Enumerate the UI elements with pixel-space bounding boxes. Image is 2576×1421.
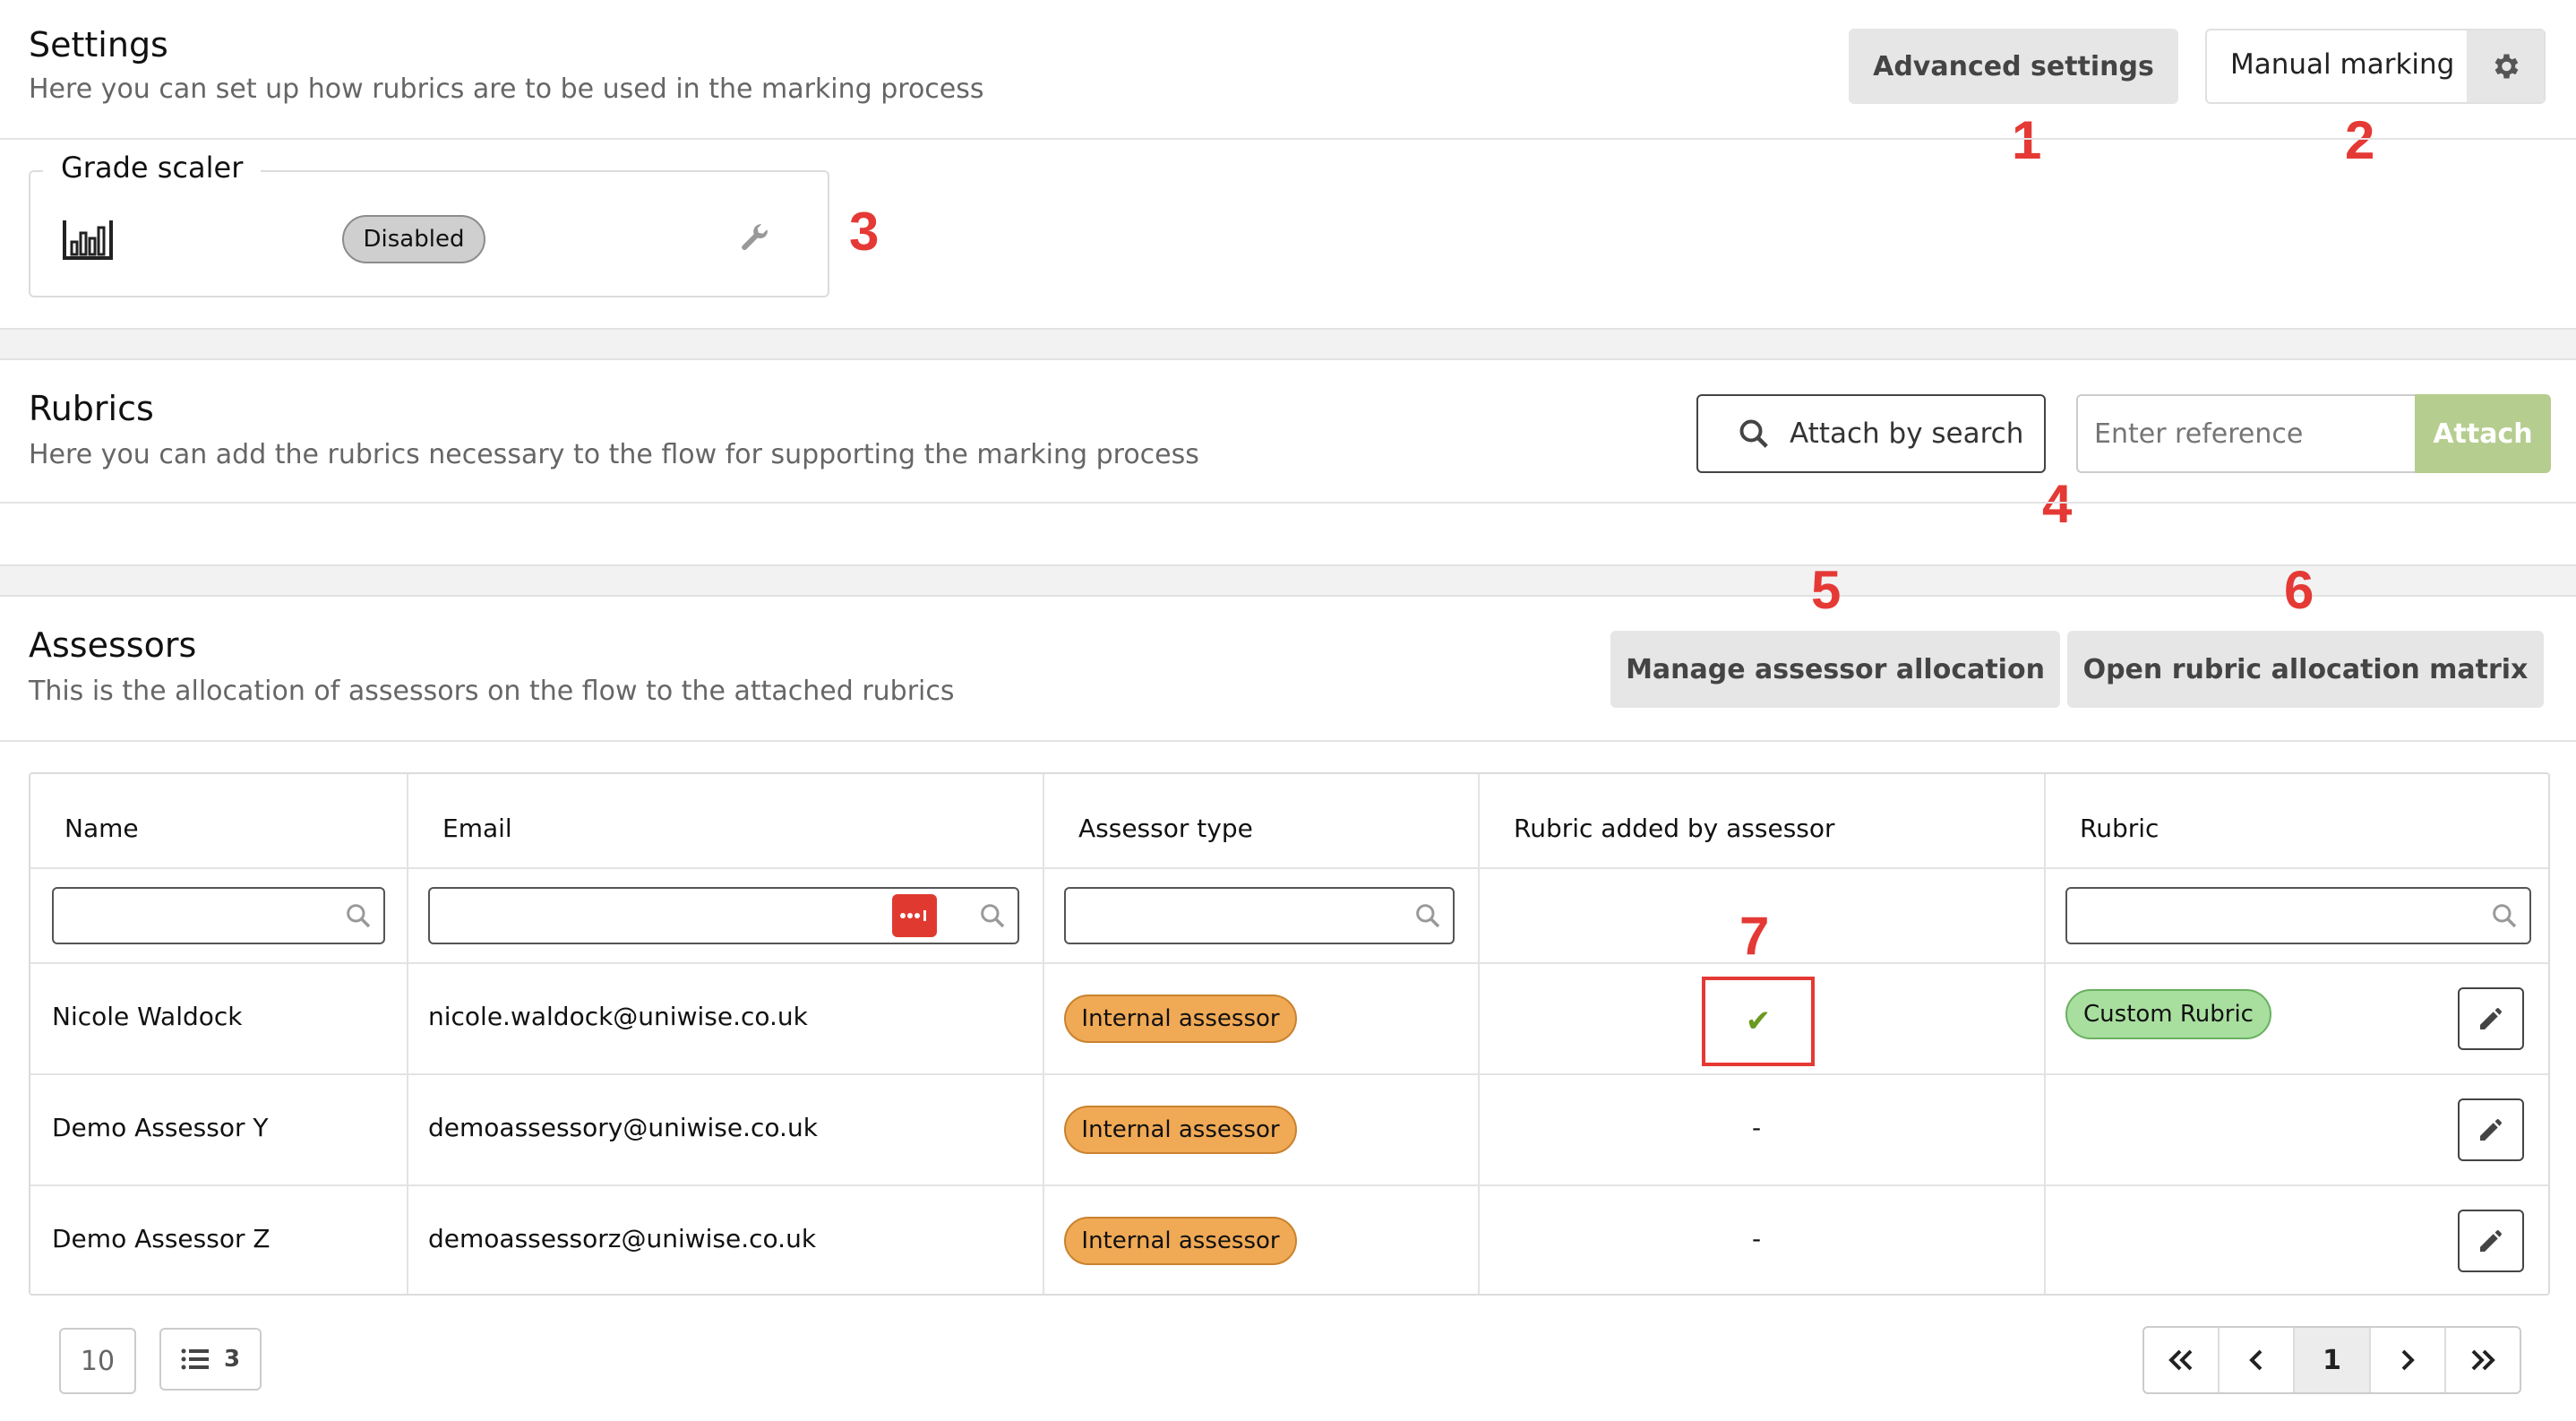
column-header-email[interactable]: Email <box>442 814 512 843</box>
rubric-badge[interactable]: Custom Rubric <box>2065 989 2271 1039</box>
row-divider <box>30 867 2548 869</box>
attach-button[interactable]: Attach <box>2415 394 2551 473</box>
row-divider <box>30 962 2548 964</box>
marker-6: 6 <box>2284 560 2314 620</box>
last-page-button[interactable] <box>2446 1328 2520 1392</box>
double-chevron-left-icon <box>2168 1349 2193 1371</box>
assessor-email: demoassessorz@uniwise.co.uk <box>428 1224 817 1253</box>
row-count-value: 3 <box>223 1346 241 1373</box>
assessor-type-filter-input[interactable] <box>1064 887 1455 944</box>
rubric-added-highlight: ✔ <box>1702 977 1815 1066</box>
manual-marking-button[interactable]: Manual marking <box>2205 29 2546 104</box>
manual-marking-divider-arrow <box>2467 52 2481 81</box>
settings-subtitle: Here you can set up how rubrics are to b… <box>29 73 984 105</box>
section-band-2 <box>0 564 2576 597</box>
attach-by-search-button[interactable]: Attach by search <box>1696 394 2046 473</box>
settings-divider <box>0 138 2576 140</box>
name-filter-input[interactable] <box>52 887 385 944</box>
marker-7: 7 <box>1739 906 1770 966</box>
row-divider <box>30 1184 2548 1186</box>
assessor-email: demoassessory@uniwise.co.uk <box>428 1113 818 1142</box>
rubrics-title: Rubrics <box>29 389 154 428</box>
marker-5: 5 <box>1811 560 1842 620</box>
assessor-type-badge: Internal assessor <box>1064 1217 1297 1265</box>
wrench-icon[interactable] <box>738 222 770 254</box>
settings-title: Settings <box>29 25 168 65</box>
column-header-rubric[interactable]: Rubric <box>2080 814 2159 843</box>
assessor-name: Demo Assessor Y <box>52 1113 269 1142</box>
marker-2: 2 <box>2345 110 2375 170</box>
rubrics-divider <box>0 502 2576 504</box>
col-divider <box>1043 774 1044 1294</box>
advanced-settings-button[interactable]: Advanced settings <box>1849 29 2178 104</box>
column-header-name[interactable]: Name <box>64 814 139 843</box>
assessors-subtitle: This is the allocation of assessors on t… <box>29 676 955 707</box>
assessors-table: Name Email Assessor type Rubric added by… <box>29 772 2550 1296</box>
assessor-type-badge: Internal assessor <box>1064 1106 1297 1154</box>
double-chevron-right-icon <box>2471 1349 2495 1371</box>
section-band-1 <box>0 328 2576 360</box>
list-icon <box>181 1348 209 1370</box>
grade-scaler-panel: Disabled <box>29 170 829 297</box>
pagination: 1 <box>2142 1326 2521 1394</box>
search-icon <box>2493 904 2517 928</box>
password-manager-icon[interactable] <box>892 894 937 937</box>
gear-icon <box>2494 54 2519 79</box>
rubric-added-value: - <box>1752 1113 1762 1142</box>
pencil-icon <box>2480 1230 2502 1252</box>
reference-input[interactable] <box>2076 394 2417 473</box>
edit-rubric-button[interactable] <box>2458 1098 2524 1161</box>
rubric-added-value: - <box>1752 1224 1762 1253</box>
col-divider <box>1478 774 1480 1294</box>
assessor-type-badge: Internal assessor <box>1064 995 1297 1043</box>
grade-scaler-icon <box>63 220 113 260</box>
email-filter-input[interactable] <box>428 887 1019 944</box>
row-count-indicator: 3 <box>159 1328 262 1391</box>
assessors-divider <box>0 740 2576 742</box>
chevron-right-icon <box>2401 1349 2415 1371</box>
assessor-name: Demo Assessor Z <box>52 1224 270 1253</box>
marker-3: 3 <box>849 202 880 262</box>
next-page-button[interactable] <box>2371 1328 2446 1392</box>
first-page-button[interactable] <box>2144 1328 2220 1392</box>
assessor-name: Nicole Waldock <box>52 1002 243 1031</box>
rubric-filter-input[interactable] <box>2065 887 2531 944</box>
col-divider <box>2044 774 2046 1294</box>
open-rubric-allocation-matrix-button[interactable]: Open rubric allocation matrix <box>2067 631 2544 708</box>
chevron-left-icon <box>2249 1349 2263 1371</box>
assessor-email: nicole.waldock@uniwise.co.uk <box>428 1002 808 1031</box>
edit-rubric-button[interactable] <box>2458 987 2524 1050</box>
row-divider <box>30 1073 2548 1075</box>
pencil-icon <box>2480 1008 2502 1029</box>
manual-marking-label: Manual marking <box>2230 48 2455 81</box>
pencil-icon <box>2480 1119 2502 1141</box>
check-icon: ✔ <box>1745 1003 1772 1039</box>
manage-assessor-allocation-button[interactable]: Manage assessor allocation <box>1610 631 2060 708</box>
page-button-1[interactable]: 1 <box>2295 1328 2371 1392</box>
search-icon <box>347 904 371 928</box>
search-icon <box>981 904 1005 928</box>
column-header-rubric-added[interactable]: Rubric added by assessor <box>1514 814 1835 843</box>
rubrics-subtitle: Here you can add the rubrics necessary t… <box>29 439 1199 470</box>
grade-scaler-legend: Grade scaler <box>43 151 262 185</box>
column-header-assessor-type[interactable]: Assessor type <box>1078 814 1253 843</box>
col-divider <box>407 774 408 1294</box>
marker-1: 1 <box>2012 110 2042 170</box>
previous-page-button[interactable] <box>2220 1328 2296 1392</box>
edit-rubric-button[interactable] <box>2458 1210 2524 1272</box>
grade-scaler-status-badge: Disabled <box>342 215 485 263</box>
attach-by-search-label: Attach by search <box>1790 418 2024 450</box>
search-icon <box>1416 904 1440 928</box>
marker-4: 4 <box>2042 474 2073 534</box>
assessors-title: Assessors <box>29 625 197 665</box>
search-icon <box>1739 419 1768 448</box>
page-size-select[interactable]: 10 <box>59 1328 136 1394</box>
